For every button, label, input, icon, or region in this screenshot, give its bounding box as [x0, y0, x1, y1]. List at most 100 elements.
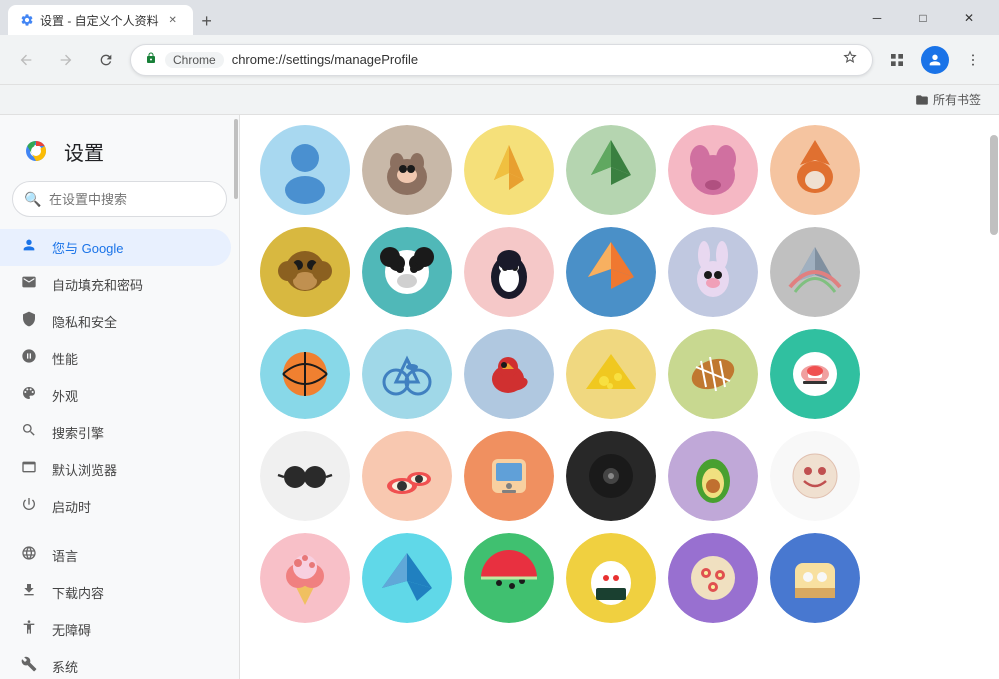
content-scrollbar[interactable]	[989, 115, 999, 679]
main-content: 设置 🔍 您与 Google 自动填充和密码 隐私和安全	[0, 115, 999, 679]
avatar-vinyl[interactable]	[566, 431, 656, 521]
sidebar-item-google-label: 您与 Google	[52, 238, 124, 257]
all-bookmarks[interactable]: 所有书签	[907, 89, 989, 110]
settings-favicon	[20, 13, 34, 27]
sidebar-item-startup-label: 启动时	[52, 497, 91, 516]
avatar-rice-ball[interactable]	[566, 533, 656, 623]
system-icon	[20, 656, 38, 677]
window-controls: ─ □ ✕	[855, 5, 991, 31]
avatar-cat[interactable]	[362, 125, 452, 215]
sidebar-item-privacy[interactable]: 隐私和安全	[0, 303, 231, 340]
menu-button[interactable]	[957, 44, 989, 76]
back-button[interactable]	[10, 44, 42, 76]
content-scrollbar-thumb	[990, 135, 998, 235]
close-button[interactable]: ✕	[947, 5, 991, 31]
download-icon	[20, 582, 38, 603]
person-icon	[20, 237, 38, 258]
avatar-panda[interactable]	[362, 227, 452, 317]
avatar-smile-face[interactable]	[770, 431, 860, 521]
sidebar-item-autofill[interactable]: 自动填充和密码	[0, 266, 231, 303]
avatar-grid-container	[240, 115, 999, 643]
sidebar: 设置 🔍 您与 Google 自动填充和密码 隐私和安全	[0, 115, 240, 679]
avatar-fox-orange[interactable]	[770, 125, 860, 215]
avatar-bicycle[interactable]	[362, 329, 452, 419]
sidebar-item-search-engine[interactable]: 搜索引擎	[0, 414, 231, 451]
sidebar-item-default-browser-label: 默认浏览器	[52, 460, 117, 479]
avatar-football[interactable]	[668, 329, 758, 419]
avatar-penguin[interactable]	[464, 227, 554, 317]
sidebar-scrollbar[interactable]	[233, 115, 239, 679]
sidebar-item-appearance-label: 外观	[52, 386, 78, 405]
avatar-sushi-roll[interactable]	[362, 431, 452, 521]
sidebar-item-accessibility[interactable]: 无障碍	[0, 611, 231, 648]
avatar-grid	[260, 125, 979, 623]
settings-content-area	[240, 115, 999, 679]
sidebar-item-system-label: 系统	[52, 657, 78, 676]
avatar-bird-red[interactable]	[464, 329, 554, 419]
sidebar-item-autofill-label: 自动填充和密码	[52, 275, 143, 294]
tab-strip: 设置 - 自定义个人资料 ✕ +	[8, 0, 221, 35]
lock-icon	[145, 51, 157, 68]
sidebar-item-performance[interactable]: 性能	[0, 340, 231, 377]
sidebar-item-performance-label: 性能	[52, 349, 78, 368]
avatar-origami-rainbow[interactable]	[770, 227, 860, 317]
sidebar-item-language[interactable]: 语言	[0, 537, 231, 574]
avatar-basketball[interactable]	[260, 329, 350, 419]
avatar-device-orange[interactable]	[464, 431, 554, 521]
sidebar-scrollbar-thumb	[234, 119, 238, 199]
avatar-sunglasses[interactable]	[260, 431, 350, 521]
avatar-sushi-plate[interactable]	[770, 329, 860, 419]
sidebar-item-default-browser[interactable]: 默认浏览器	[0, 451, 231, 488]
sidebar-item-search-engine-label: 搜索引擎	[52, 423, 104, 442]
sidebar-header: 设置	[0, 115, 239, 181]
chrome-logo-icon	[20, 135, 52, 167]
language-icon	[20, 545, 38, 566]
avatar-crane-yellow[interactable]	[464, 125, 554, 215]
profile-button[interactable]	[921, 46, 949, 74]
url-text: chrome://settings/manageProfile	[232, 52, 834, 67]
performance-icon	[20, 348, 38, 369]
avatar-watermelon[interactable]	[464, 533, 554, 623]
tab-label: 设置 - 自定义个人资料	[40, 12, 159, 29]
settings-page-title: 设置	[64, 137, 104, 166]
settings-search-input[interactable]	[12, 181, 227, 217]
avatar-monkey[interactable]	[260, 227, 350, 317]
address-bar: Chrome chrome://settings/manageProfile	[0, 35, 999, 85]
startup-icon	[20, 496, 38, 517]
sidebar-search-container: 🔍	[12, 181, 227, 217]
avatar-person[interactable]	[260, 125, 350, 215]
avatar-cheese[interactable]	[566, 329, 656, 419]
avatar-elephant[interactable]	[668, 125, 758, 215]
avatar-pizza-purple[interactable]	[668, 533, 758, 623]
autofill-icon	[20, 274, 38, 295]
avatar-avocado[interactable]	[668, 431, 758, 521]
avatar-origami-blue[interactable]	[362, 533, 452, 623]
sidebar-item-downloads[interactable]: 下载内容	[0, 574, 231, 611]
title-bar-left: 设置 - 自定义个人资料 ✕ +	[8, 0, 221, 35]
avatar-crane-green[interactable]	[566, 125, 656, 215]
palette-icon	[20, 385, 38, 406]
avatar-crane-blue[interactable]	[566, 227, 656, 317]
new-tab-button[interactable]: +	[193, 7, 221, 35]
search-engine-icon	[20, 422, 38, 443]
reading-mode-button[interactable]	[881, 44, 913, 76]
all-bookmarks-label: 所有书签	[933, 91, 981, 108]
refresh-button[interactable]	[90, 44, 122, 76]
sidebar-item-google[interactable]: 您与 Google	[0, 229, 231, 266]
sidebar-item-downloads-label: 下载内容	[52, 583, 104, 602]
sidebar-item-system[interactable]: 系统	[0, 648, 231, 679]
sidebar-item-appearance[interactable]: 外观	[0, 377, 231, 414]
url-bar[interactable]: Chrome chrome://settings/manageProfile	[130, 44, 873, 76]
bookmark-star-icon[interactable]	[842, 49, 858, 70]
avatar-rabbit[interactable]	[668, 227, 758, 317]
avatar-toast[interactable]	[770, 533, 860, 623]
active-tab[interactable]: 设置 - 自定义个人资料 ✕	[8, 5, 193, 35]
maximize-button[interactable]: □	[901, 5, 945, 31]
sidebar-item-accessibility-label: 无障碍	[52, 620, 91, 639]
sidebar-item-startup[interactable]: 启动时	[0, 488, 231, 525]
minimize-button[interactable]: ─	[855, 5, 899, 31]
forward-button[interactable]	[50, 44, 82, 76]
avatar-ice-cream[interactable]	[260, 533, 350, 623]
bookmarks-bar: 所有书签	[0, 85, 999, 115]
tab-close-button[interactable]: ✕	[165, 12, 181, 28]
